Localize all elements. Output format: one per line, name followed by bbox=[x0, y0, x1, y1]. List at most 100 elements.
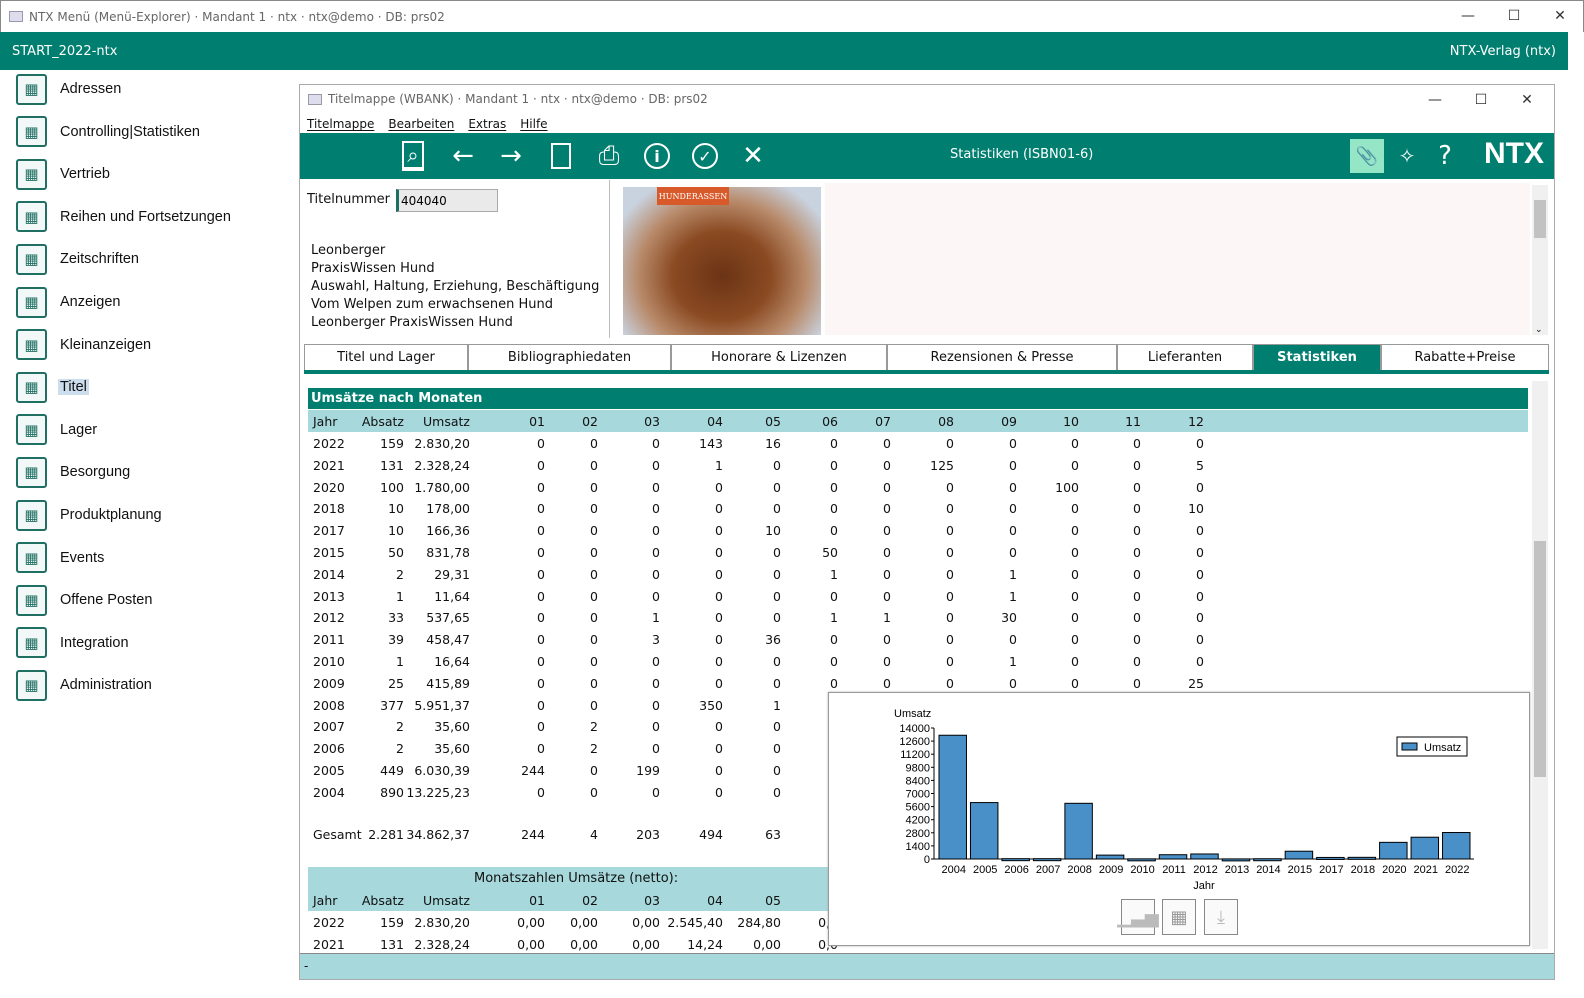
close-button[interactable]: ✕ bbox=[1537, 1, 1583, 31]
print-button[interactable]: ⎙ bbox=[592, 139, 626, 173]
document-icon bbox=[551, 143, 571, 169]
tab-rezensionen-presse[interactable]: Rezensionen & Presse bbox=[887, 344, 1117, 370]
pin-button[interactable]: ✧ bbox=[1390, 139, 1424, 173]
maximize-button[interactable]: ☐ bbox=[1491, 1, 1537, 31]
back-button[interactable]: ← bbox=[446, 139, 480, 173]
table-cell: 0 bbox=[715, 523, 723, 539]
sidebar-item-vertrieb[interactable]: ▦ Vertrieb bbox=[16, 158, 110, 190]
title-line: Leonberger bbox=[311, 243, 386, 258]
sidebar-item-administration[interactable]: ▦ Administration bbox=[16, 669, 152, 701]
legend-label: Umsatz bbox=[1424, 742, 1461, 754]
table-cell: 5.951,37 bbox=[414, 697, 470, 713]
table-cell: 0 bbox=[1071, 566, 1079, 582]
sidebar-item-label: Anzeigen bbox=[60, 294, 121, 310]
table-view-button[interactable]: ▦ bbox=[1162, 899, 1196, 935]
x-tick-label: 2011 bbox=[1162, 864, 1186, 876]
save-button[interactable]: ✓ bbox=[688, 139, 722, 173]
table-cell: 0 bbox=[652, 436, 660, 451]
table-cell: 2 bbox=[396, 741, 404, 757]
bar-2018 bbox=[1347, 856, 1377, 860]
section-title: Umsätze nach Monaten bbox=[308, 388, 1528, 409]
sidebar-item-integration[interactable]: ▦ Integration bbox=[16, 627, 129, 659]
table-cell: 0 bbox=[773, 566, 781, 582]
tab-honorare-lizenzen[interactable]: Honorare & Lizenzen bbox=[671, 344, 887, 370]
table-cell: 0 bbox=[652, 457, 660, 473]
tab-lieferanten[interactable]: Lieferanten bbox=[1117, 344, 1253, 370]
sidebar-item-anzeigen[interactable]: ▦ Anzeigen bbox=[16, 286, 120, 318]
table-cell: 0 bbox=[652, 654, 660, 669]
menu-extras[interactable]: Extras bbox=[468, 117, 506, 131]
table-cell: 415,89 bbox=[426, 675, 470, 691]
x-tick-label: 2010 bbox=[1130, 864, 1154, 876]
forward-button[interactable]: → bbox=[494, 139, 528, 173]
sidebar-item-reihen-und-fortsetzungen[interactable]: ▦ Reihen und Fortsetzungen bbox=[16, 201, 231, 233]
table-cell: 1 bbox=[715, 457, 723, 473]
export-button[interactable]: ⤓ bbox=[1204, 899, 1238, 935]
sidebar-item-offene-posten[interactable]: ▦ Offene Posten bbox=[16, 584, 152, 616]
ntx-logo-icon bbox=[9, 11, 23, 22]
table-cell: 2 bbox=[590, 741, 598, 757]
search-record-button[interactable]: ⌕ bbox=[396, 139, 430, 173]
minimize-button[interactable]: — bbox=[1445, 1, 1491, 31]
sidebar-item-events[interactable]: ▦ Events bbox=[16, 542, 104, 574]
tab-titel-und-lager[interactable]: Titel und Lager bbox=[304, 344, 468, 370]
table-cell: 0 bbox=[715, 763, 723, 778]
x-tick-label: 2012 bbox=[1193, 864, 1217, 876]
table-cell: 0 bbox=[537, 741, 545, 757]
sidebar-item-zeitschriften[interactable]: ▦ Zeitschriften bbox=[16, 243, 139, 275]
table-cell: 0 bbox=[537, 523, 545, 539]
table-cell: 0,00 bbox=[753, 936, 781, 952]
tab-statistiken[interactable]: Statistiken bbox=[1253, 344, 1381, 370]
sidebar-item-produktplanung[interactable]: ▦ Produktplanung bbox=[16, 499, 162, 531]
table-cell: 6.030,39 bbox=[414, 763, 470, 778]
chart-view-button[interactable]: ▁▃▅ bbox=[1117, 899, 1159, 935]
sidebar-item-kleinanzeigen[interactable]: ▦ Kleinanzeigen bbox=[16, 329, 151, 361]
table-cell: 30 bbox=[1001, 610, 1017, 626]
table-cell: 131 bbox=[380, 936, 404, 952]
tab-rabatte-preise[interactable]: Rabatte+Preise bbox=[1381, 344, 1549, 370]
table-cell: 0 bbox=[537, 610, 545, 626]
table-cell: 1 bbox=[396, 654, 404, 669]
titelnummer-input[interactable] bbox=[396, 189, 498, 212]
divider bbox=[609, 180, 610, 338]
minimize-button[interactable]: — bbox=[1412, 85, 1458, 115]
sidebar-item-controlling-statistiken[interactable]: ▦ Controlling|Statistiken bbox=[16, 116, 200, 148]
table-cell: 0 bbox=[830, 436, 838, 451]
column-header: 05 bbox=[765, 893, 781, 908]
sidebar-item-label: Vertrieb bbox=[60, 166, 110, 183]
sidebar-item-titel[interactable]: ▦ Titel bbox=[16, 371, 89, 403]
help-button[interactable]: ? bbox=[1428, 139, 1462, 173]
table-cell: 33 bbox=[388, 610, 404, 626]
umsatz-bar-chart: Umsatz 014002800420056007000 8400980011200… bbox=[894, 708, 1474, 892]
table-cell: 0 bbox=[590, 523, 598, 539]
cancel-button[interactable]: ✕ bbox=[736, 139, 770, 173]
tab-bibliographiedaten[interactable]: Bibliographiedaten bbox=[468, 344, 671, 370]
sidebar-item-lager[interactable]: ▦ Lager bbox=[16, 414, 97, 446]
new-button[interactable] bbox=[544, 139, 578, 173]
menu-titelmappe[interactable]: Titelmappe bbox=[307, 117, 374, 131]
table-cell: 0 bbox=[1133, 610, 1141, 626]
sidebar-item-label: Besorgung bbox=[60, 464, 131, 481]
header-scrollbar[interactable]: ⌄ bbox=[1532, 185, 1548, 335]
table-cell: 0 bbox=[773, 610, 781, 626]
table-cell: 0 bbox=[1071, 632, 1079, 648]
attachment-button[interactable]: 📎 bbox=[1350, 139, 1384, 173]
table-cell: 0 bbox=[715, 632, 723, 648]
table-cell: 5 bbox=[1196, 457, 1204, 473]
table-cell: 0 bbox=[883, 457, 891, 473]
column-header: Jahr bbox=[313, 414, 338, 429]
menu-hilfe[interactable]: Hilfe bbox=[520, 117, 547, 131]
table-cell: 159 bbox=[380, 915, 404, 930]
distribution-icon: ▦ bbox=[16, 158, 47, 190]
column-header: 05 bbox=[765, 414, 781, 429]
maximize-button[interactable]: ☐ bbox=[1458, 85, 1504, 115]
menu-bearbeiten[interactable]: Bearbeiten bbox=[388, 117, 454, 131]
info-button[interactable]: i bbox=[640, 139, 674, 173]
company-name: NTX-Verlag (ntx) bbox=[1449, 43, 1556, 59]
stats-scrollbar[interactable] bbox=[1532, 381, 1548, 949]
sidebar-item-besorgung[interactable]: ▦ Besorgung bbox=[16, 456, 130, 488]
table-cell: 0 bbox=[590, 784, 598, 800]
sidebar-item-adressen[interactable]: ▦ Adressen bbox=[16, 73, 121, 105]
close-button[interactable]: ✕ bbox=[1504, 85, 1550, 115]
integration-arrows-icon: ▦ bbox=[16, 627, 47, 659]
